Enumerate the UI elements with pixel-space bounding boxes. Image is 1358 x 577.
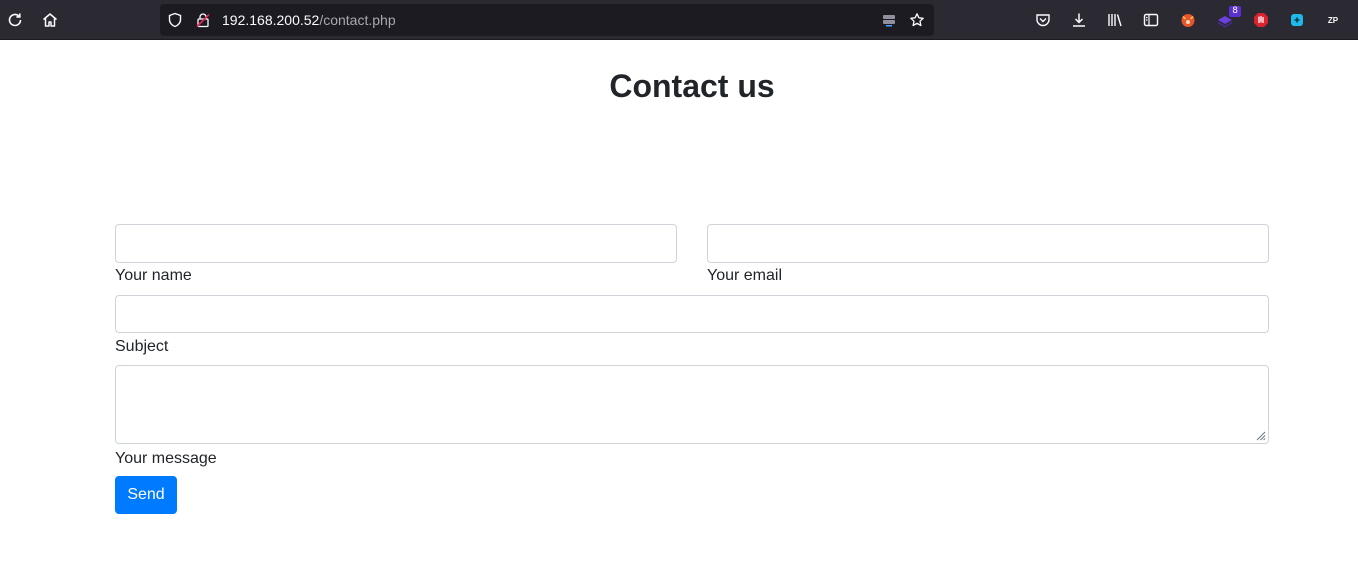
extension-cube-icon[interactable] xyxy=(1286,9,1308,31)
url-path: /contact.php xyxy=(319,12,396,28)
extension-count-badge: 8 xyxy=(1229,6,1241,17)
name-field-box xyxy=(115,224,677,263)
email-field-box xyxy=(707,224,1269,263)
browser-toolbar: 192.168.200.52/contact.php 8 ZP xyxy=(0,0,1358,40)
pocket-icon[interactable] xyxy=(1032,9,1054,31)
address-bar[interactable]: 192.168.200.52/contact.php xyxy=(160,4,934,36)
subject-label: Subject xyxy=(115,338,169,355)
extension-stop-icon[interactable] xyxy=(1250,9,1272,31)
subject-input[interactable] xyxy=(116,296,1268,332)
message-label: Your message xyxy=(115,450,217,467)
url-text[interactable]: 192.168.200.52/contact.php xyxy=(222,11,396,29)
extension-zp-label: ZP xyxy=(1327,15,1339,25)
email-label: Your email xyxy=(707,267,783,284)
extension-zp-icon[interactable]: ZP xyxy=(1322,9,1344,31)
resize-handle-icon[interactable] xyxy=(1254,429,1266,441)
insecure-lock-icon[interactable] xyxy=(194,11,212,29)
subject-field-box xyxy=(115,295,1269,333)
message-field-box xyxy=(115,365,1269,444)
name-label: Your name xyxy=(115,267,192,284)
email-input[interactable] xyxy=(708,225,1268,262)
library-icon[interactable] xyxy=(1104,9,1126,31)
reload-icon[interactable] xyxy=(4,9,26,31)
message-textarea[interactable] xyxy=(116,366,1268,443)
shield-icon[interactable] xyxy=(166,11,184,29)
extension-badge-icon[interactable]: 8 xyxy=(1214,6,1241,31)
url-host: 192.168.200.52 xyxy=(222,12,320,28)
send-button[interactable]: Send xyxy=(115,476,177,514)
reader-drive-icon[interactable] xyxy=(880,11,898,29)
home-icon[interactable] xyxy=(39,9,61,31)
name-input[interactable] xyxy=(116,225,676,262)
page-title: Contact us xyxy=(609,68,775,104)
bookmark-star-icon[interactable] xyxy=(908,11,926,29)
download-icon[interactable] xyxy=(1068,9,1090,31)
sidebar-icon[interactable] xyxy=(1140,9,1162,31)
extension-fox-icon[interactable] xyxy=(1177,9,1199,31)
